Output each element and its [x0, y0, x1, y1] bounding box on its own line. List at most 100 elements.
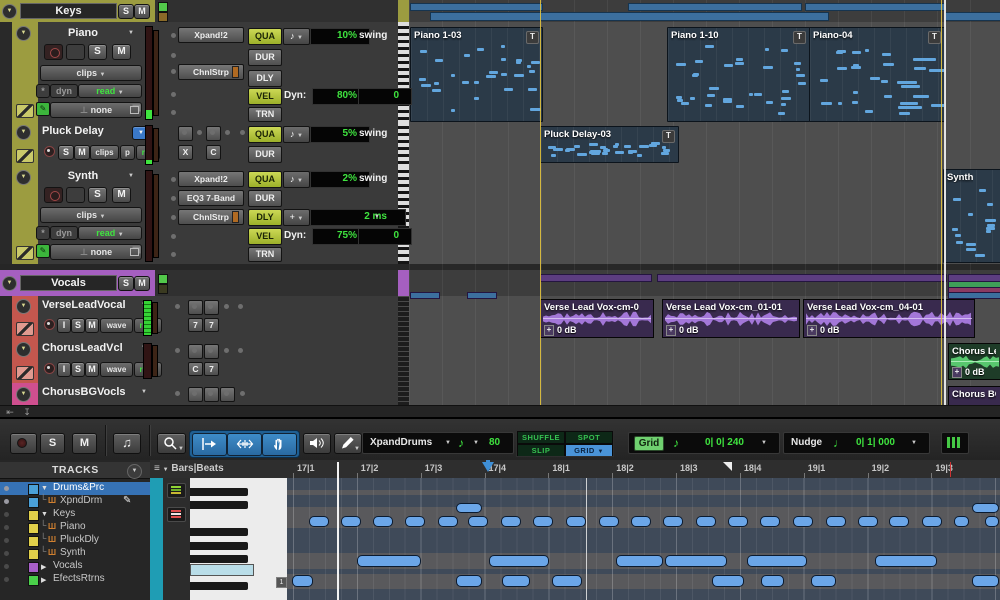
piano-key-black[interactable]	[190, 488, 248, 496]
midi-note[interactable]	[882, 53, 891, 56]
midi-note[interactable]	[501, 73, 507, 76]
midi-note[interactable]	[695, 60, 703, 63]
group-lane-clip-bar[interactable]	[410, 3, 543, 11]
midi-note[interactable]	[693, 73, 699, 76]
patch-icon[interactable]	[16, 246, 34, 260]
track-name[interactable]: Synth	[40, 170, 126, 182]
midi-note[interactable]	[987, 203, 993, 206]
midi-note[interactable]	[712, 575, 744, 587]
duration-button[interactable]: DUR	[248, 190, 282, 207]
collapse-group-icon[interactable]: ▼	[2, 4, 17, 19]
instrument-selector[interactable]: XpandDrums	[370, 437, 432, 448]
expand-closed-icon[interactable]: ▶	[41, 563, 46, 571]
midi-note[interactable]	[796, 74, 805, 77]
ticks-timebase-badge[interactable]: T	[662, 130, 675, 143]
midi-note[interactable]	[798, 82, 806, 85]
record-enable-button[interactable]	[44, 146, 55, 157]
collapse-track-icon[interactable]: ▼	[16, 299, 31, 314]
midi-note[interactable]	[900, 102, 918, 105]
insert-slot-dot[interactable]	[224, 304, 229, 309]
edit-mode-shuffle[interactable]: SHUFFLE	[518, 432, 564, 443]
vocals-solo-button[interactable]: S	[118, 276, 134, 291]
midi-note[interactable]	[464, 54, 470, 57]
visibility-dot[interactable]	[4, 486, 9, 491]
midi-note[interactable]	[881, 80, 887, 83]
record-button[interactable]	[10, 433, 37, 454]
midi-note[interactable]	[531, 61, 540, 64]
insert-slot[interactable]	[178, 126, 193, 141]
track-view-selector[interactable]: clips	[90, 145, 119, 160]
midi-note[interactable]	[852, 51, 861, 54]
midi-note[interactable]	[899, 112, 910, 115]
insert-slot-dot[interactable]	[171, 234, 176, 239]
crossfade-button[interactable]: X	[178, 145, 193, 160]
controller-lane-icon[interactable]	[167, 507, 186, 522]
track-name[interactable]: Pluck Delay	[42, 125, 104, 137]
insert-slot-dot[interactable]	[171, 110, 176, 115]
group-name-keys[interactable]: Keys	[20, 3, 117, 19]
transpose-button[interactable]: TRN	[248, 107, 282, 122]
midi-note[interactable]	[451, 74, 456, 77]
group-lane-clip-bar[interactable]	[628, 3, 802, 11]
midi-note[interactable]	[419, 78, 426, 81]
audio-clip[interactable]: Chorus BG-	[948, 386, 1000, 405]
group-lane-clip-bar[interactable]	[805, 3, 945, 11]
midi-note[interactable]	[676, 63, 686, 66]
collapse-track-icon[interactable]: ▼	[16, 125, 31, 140]
midi-note[interactable]	[504, 88, 513, 91]
mute-button[interactable]: M	[112, 187, 131, 203]
zoom-vertical-icon[interactable]: ↧	[20, 407, 34, 417]
note-value-icon[interactable]: ♪	[458, 436, 464, 450]
patch-icon[interactable]	[16, 366, 34, 380]
midi-note[interactable]	[760, 516, 780, 527]
insert-slot-dot[interactable]	[171, 92, 176, 97]
midi-note[interactable]	[956, 241, 963, 244]
expand-open-icon[interactable]: ▼	[41, 511, 48, 518]
midi-note[interactable]	[820, 79, 828, 82]
insert-slot[interactable]	[206, 126, 221, 141]
midi-note[interactable]	[724, 64, 733, 67]
insert-slot-dot[interactable]	[171, 69, 176, 74]
delay-button[interactable]: DLY	[248, 209, 282, 226]
clip-gain-icon[interactable]: +	[666, 325, 676, 336]
group-lane-clip-bar[interactable]	[430, 12, 829, 21]
midi-note[interactable]	[858, 516, 878, 527]
insert-slot-dot[interactable]	[240, 130, 245, 135]
quantize-button[interactable]: QUA	[248, 126, 282, 143]
insert-slot[interactable]	[188, 387, 203, 402]
voice-selector[interactable]: C	[188, 362, 203, 376]
tracks-panel-menu-icon[interactable]: ▼	[127, 464, 142, 479]
midi-note[interactable]	[602, 152, 608, 155]
track-list-row-synth[interactable]: └ШSynth	[0, 547, 150, 560]
track-name[interactable]: VerseLeadVocal	[42, 299, 126, 311]
zoom-toggle-icon[interactable]: ⇤	[3, 407, 17, 417]
selector-tool[interactable]	[227, 433, 262, 456]
ticks-timebase-badge[interactable]: T	[793, 31, 806, 44]
solo-button[interactable]: S	[58, 145, 74, 160]
midi-note[interactable]	[747, 555, 807, 567]
marker-flag-icon[interactable]	[723, 462, 732, 471]
output-window-icon[interactable]	[130, 106, 139, 114]
midi-note[interactable]	[761, 575, 784, 587]
zoom-tool[interactable]: ▼	[157, 433, 186, 454]
insert-slot-dot[interactable]	[197, 130, 202, 135]
piano-key-black[interactable]	[190, 528, 248, 536]
record-enable-button[interactable]	[44, 44, 63, 60]
midi-note[interactable]	[975, 254, 985, 257]
clip-gain-icon[interactable]: +	[952, 367, 962, 378]
midi-note[interactable]	[811, 575, 836, 587]
mute-button[interactable]: M	[72, 433, 97, 454]
track-menu-icon[interactable]: ▼	[128, 30, 134, 36]
midi-note[interactable]	[865, 49, 869, 52]
transpose-button[interactable]: TRN	[248, 247, 282, 262]
pencil-tool[interactable]: ▼	[334, 433, 362, 454]
midi-note[interactable]	[966, 243, 976, 246]
solo-button[interactable]: S	[71, 318, 85, 333]
midi-note[interactable]	[529, 70, 535, 73]
visibility-dot[interactable]	[4, 499, 9, 504]
expand-open-icon[interactable]: ▼	[41, 485, 48, 492]
grid-value[interactable]: 0| 0| 240	[705, 437, 744, 448]
midi-note[interactable]	[591, 143, 596, 146]
grid-toggle-button[interactable]: Grid	[634, 436, 664, 451]
piano-key-black[interactable]	[190, 542, 248, 550]
